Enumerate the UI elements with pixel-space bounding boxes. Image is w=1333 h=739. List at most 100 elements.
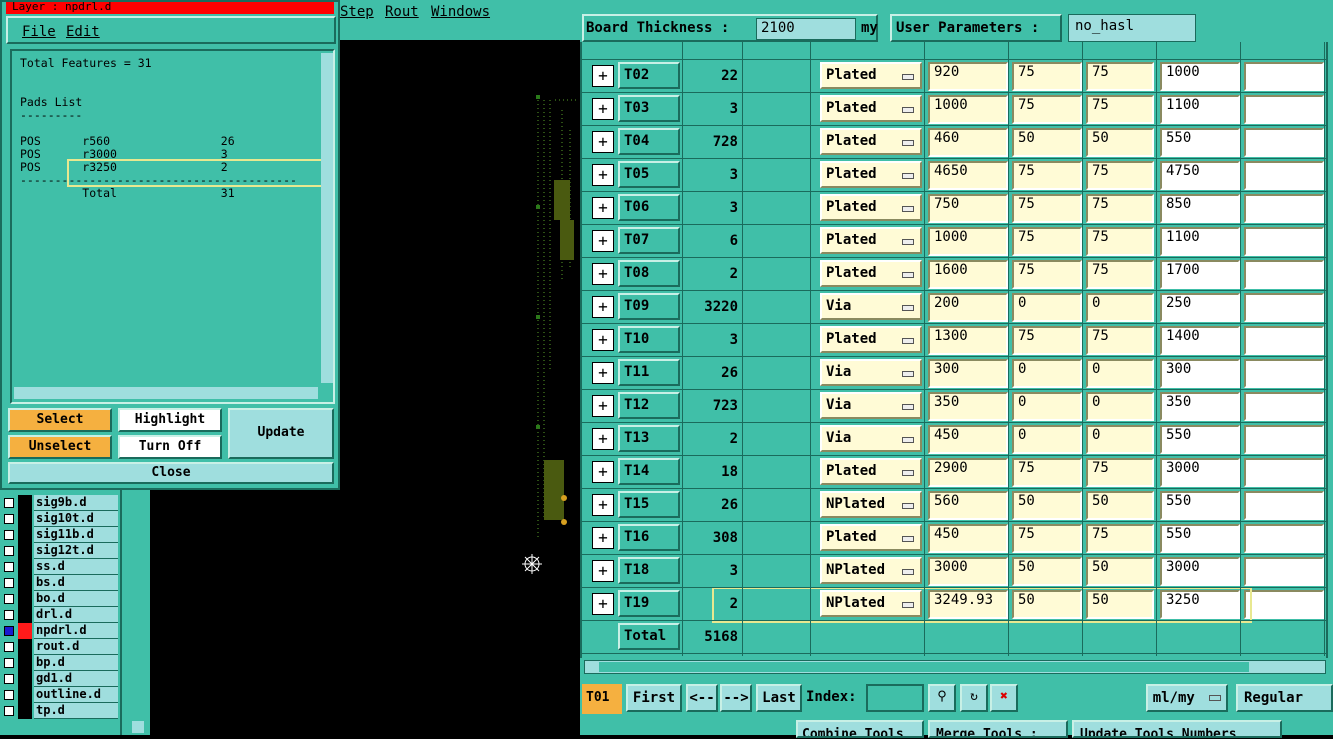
finish-size-field[interactable]: 2900 xyxy=(928,458,1008,487)
tool-name-button[interactable]: T08 xyxy=(618,260,680,287)
combine-tools-button[interactable]: Combine Tools xyxy=(796,720,924,738)
layer-color-swatch[interactable] xyxy=(18,655,32,671)
layer-color-swatch[interactable] xyxy=(18,543,32,559)
prev-button[interactable]: <-- xyxy=(686,684,718,712)
tool-name-button[interactable]: T12 xyxy=(618,392,680,419)
finish-size-field[interactable]: 450 xyxy=(928,524,1008,553)
tool-type-select[interactable]: Plated xyxy=(820,95,922,122)
finish-size-field[interactable]: 1000 xyxy=(928,227,1008,256)
layer-color-swatch[interactable] xyxy=(18,575,32,591)
drill-size-field[interactable]: 550 xyxy=(1160,425,1240,454)
minus-tolerance-field[interactable]: 0 xyxy=(1086,359,1154,388)
extra-field[interactable] xyxy=(1244,359,1324,388)
expand-icon[interactable]: + xyxy=(592,494,614,516)
expand-icon[interactable]: + xyxy=(592,230,614,252)
expand-icon[interactable]: + xyxy=(592,461,614,483)
turn-off-button[interactable]: Turn Off xyxy=(118,435,222,459)
expand-icon[interactable]: + xyxy=(592,527,614,549)
layer-checkbox[interactable] xyxy=(4,706,14,716)
tool-type-select[interactable]: NPlated xyxy=(820,491,922,518)
tool-name-button[interactable]: T15 xyxy=(618,491,680,518)
minus-tolerance-field[interactable]: 75 xyxy=(1086,260,1154,289)
drill-size-field[interactable]: 250 xyxy=(1160,293,1240,322)
tool-type-select[interactable]: Plated xyxy=(820,194,922,221)
tool-name-button[interactable]: T19 xyxy=(618,590,680,617)
layer-checkbox[interactable] xyxy=(4,690,14,700)
extra-field[interactable] xyxy=(1244,128,1324,157)
board-thickness-field[interactable]: 2100 my xyxy=(756,18,878,40)
tool-name-button[interactable]: T13 xyxy=(618,425,680,452)
tool-type-select[interactable]: Plated xyxy=(820,524,922,551)
expand-icon[interactable]: + xyxy=(592,296,614,318)
search-icon[interactable]: ⚲ xyxy=(928,684,956,712)
layer-color-swatch[interactable] xyxy=(18,495,32,511)
update-tools-numbers-button[interactable]: Update Tools Numbers xyxy=(1072,720,1282,738)
tool-type-select[interactable]: Via xyxy=(820,359,922,386)
finish-size-field[interactable]: 300 xyxy=(928,359,1008,388)
extra-field[interactable] xyxy=(1244,557,1324,586)
finish-size-field[interactable]: 460 xyxy=(928,128,1008,157)
refresh-icon[interactable]: ↻ xyxy=(960,684,988,712)
tool-name-button[interactable]: T04 xyxy=(618,128,680,155)
table-horizontal-scrollbar[interactable] xyxy=(584,660,1326,674)
layer-color-swatch[interactable] xyxy=(18,671,32,687)
layer-name[interactable]: tp.d xyxy=(34,703,118,719)
plus-tolerance-field[interactable]: 50 xyxy=(1012,491,1082,520)
layer-checkbox[interactable] xyxy=(4,530,14,540)
last-button[interactable]: Last xyxy=(756,684,802,712)
finish-size-field[interactable]: 450 xyxy=(928,425,1008,454)
plus-tolerance-field[interactable]: 75 xyxy=(1012,524,1082,553)
tool-name-button[interactable]: T09 xyxy=(618,293,680,320)
extra-field[interactable] xyxy=(1244,161,1324,190)
minus-tolerance-field[interactable]: 75 xyxy=(1086,458,1154,487)
extra-field[interactable] xyxy=(1244,293,1324,322)
plus-tolerance-field[interactable]: 75 xyxy=(1012,194,1082,223)
mode-select[interactable]: Regular xyxy=(1236,684,1333,712)
minus-tolerance-field[interactable]: 0 xyxy=(1086,293,1154,322)
drill-size-field[interactable]: 1400 xyxy=(1160,326,1240,355)
unselect-button[interactable]: Unselect xyxy=(8,435,112,459)
minus-tolerance-field[interactable]: 75 xyxy=(1086,524,1154,553)
plus-tolerance-field[interactable]: 75 xyxy=(1012,62,1082,91)
index-input[interactable] xyxy=(866,684,924,712)
scroll-down-arrow-icon[interactable] xyxy=(132,721,144,733)
layer-checkbox[interactable] xyxy=(4,578,14,588)
user-parameters-field[interactable]: no_hasl xyxy=(1068,14,1196,42)
extra-field[interactable] xyxy=(1244,590,1324,619)
layer-checkbox[interactable] xyxy=(4,642,14,652)
tool-name-button[interactable]: T02 xyxy=(618,62,680,89)
merge-tools-button[interactable]: Merge Tools : xyxy=(928,720,1068,738)
plus-tolerance-field[interactable]: 75 xyxy=(1012,260,1082,289)
plus-tolerance-field[interactable]: 50 xyxy=(1012,557,1082,586)
tool-name-button[interactable]: T03 xyxy=(618,95,680,122)
drill-size-field[interactable]: 550 xyxy=(1160,524,1240,553)
close-button[interactable]: Close xyxy=(8,462,334,484)
drill-size-field[interactable]: 550 xyxy=(1160,491,1240,520)
vertical-scrollbar[interactable] xyxy=(321,53,333,383)
tool-name-button[interactable]: T11 xyxy=(618,359,680,386)
drill-size-field[interactable]: 1100 xyxy=(1160,95,1240,124)
layer-row[interactable]: sig9b.d xyxy=(0,495,120,511)
layer-color-swatch[interactable] xyxy=(18,687,32,703)
minus-tolerance-field[interactable]: 75 xyxy=(1086,62,1154,91)
minus-tolerance-field[interactable]: 0 xyxy=(1086,425,1154,454)
layer-color-swatch[interactable] xyxy=(18,623,32,639)
expand-icon[interactable]: + xyxy=(592,197,614,219)
tool-type-select[interactable]: Plated xyxy=(820,62,922,89)
layer-checkbox[interactable] xyxy=(4,594,14,604)
extra-field[interactable] xyxy=(1244,62,1324,91)
plus-tolerance-field[interactable]: 75 xyxy=(1012,161,1082,190)
expand-icon[interactable]: + xyxy=(592,329,614,351)
layer-checkbox[interactable] xyxy=(4,514,14,524)
finish-size-field[interactable]: 750 xyxy=(928,194,1008,223)
expand-icon[interactable]: + xyxy=(592,65,614,87)
drill-size-field[interactable]: 300 xyxy=(1160,359,1240,388)
layer-name[interactable]: bo.d xyxy=(34,591,118,607)
tool-name-button[interactable]: T06 xyxy=(618,194,680,221)
layer-checkbox[interactable] xyxy=(4,626,14,636)
layer-checkbox[interactable] xyxy=(4,674,14,684)
drill-size-field[interactable]: 1700 xyxy=(1160,260,1240,289)
layer-row[interactable]: bo.d xyxy=(0,591,120,607)
plus-tolerance-field[interactable]: 50 xyxy=(1012,128,1082,157)
expand-icon[interactable]: + xyxy=(592,395,614,417)
